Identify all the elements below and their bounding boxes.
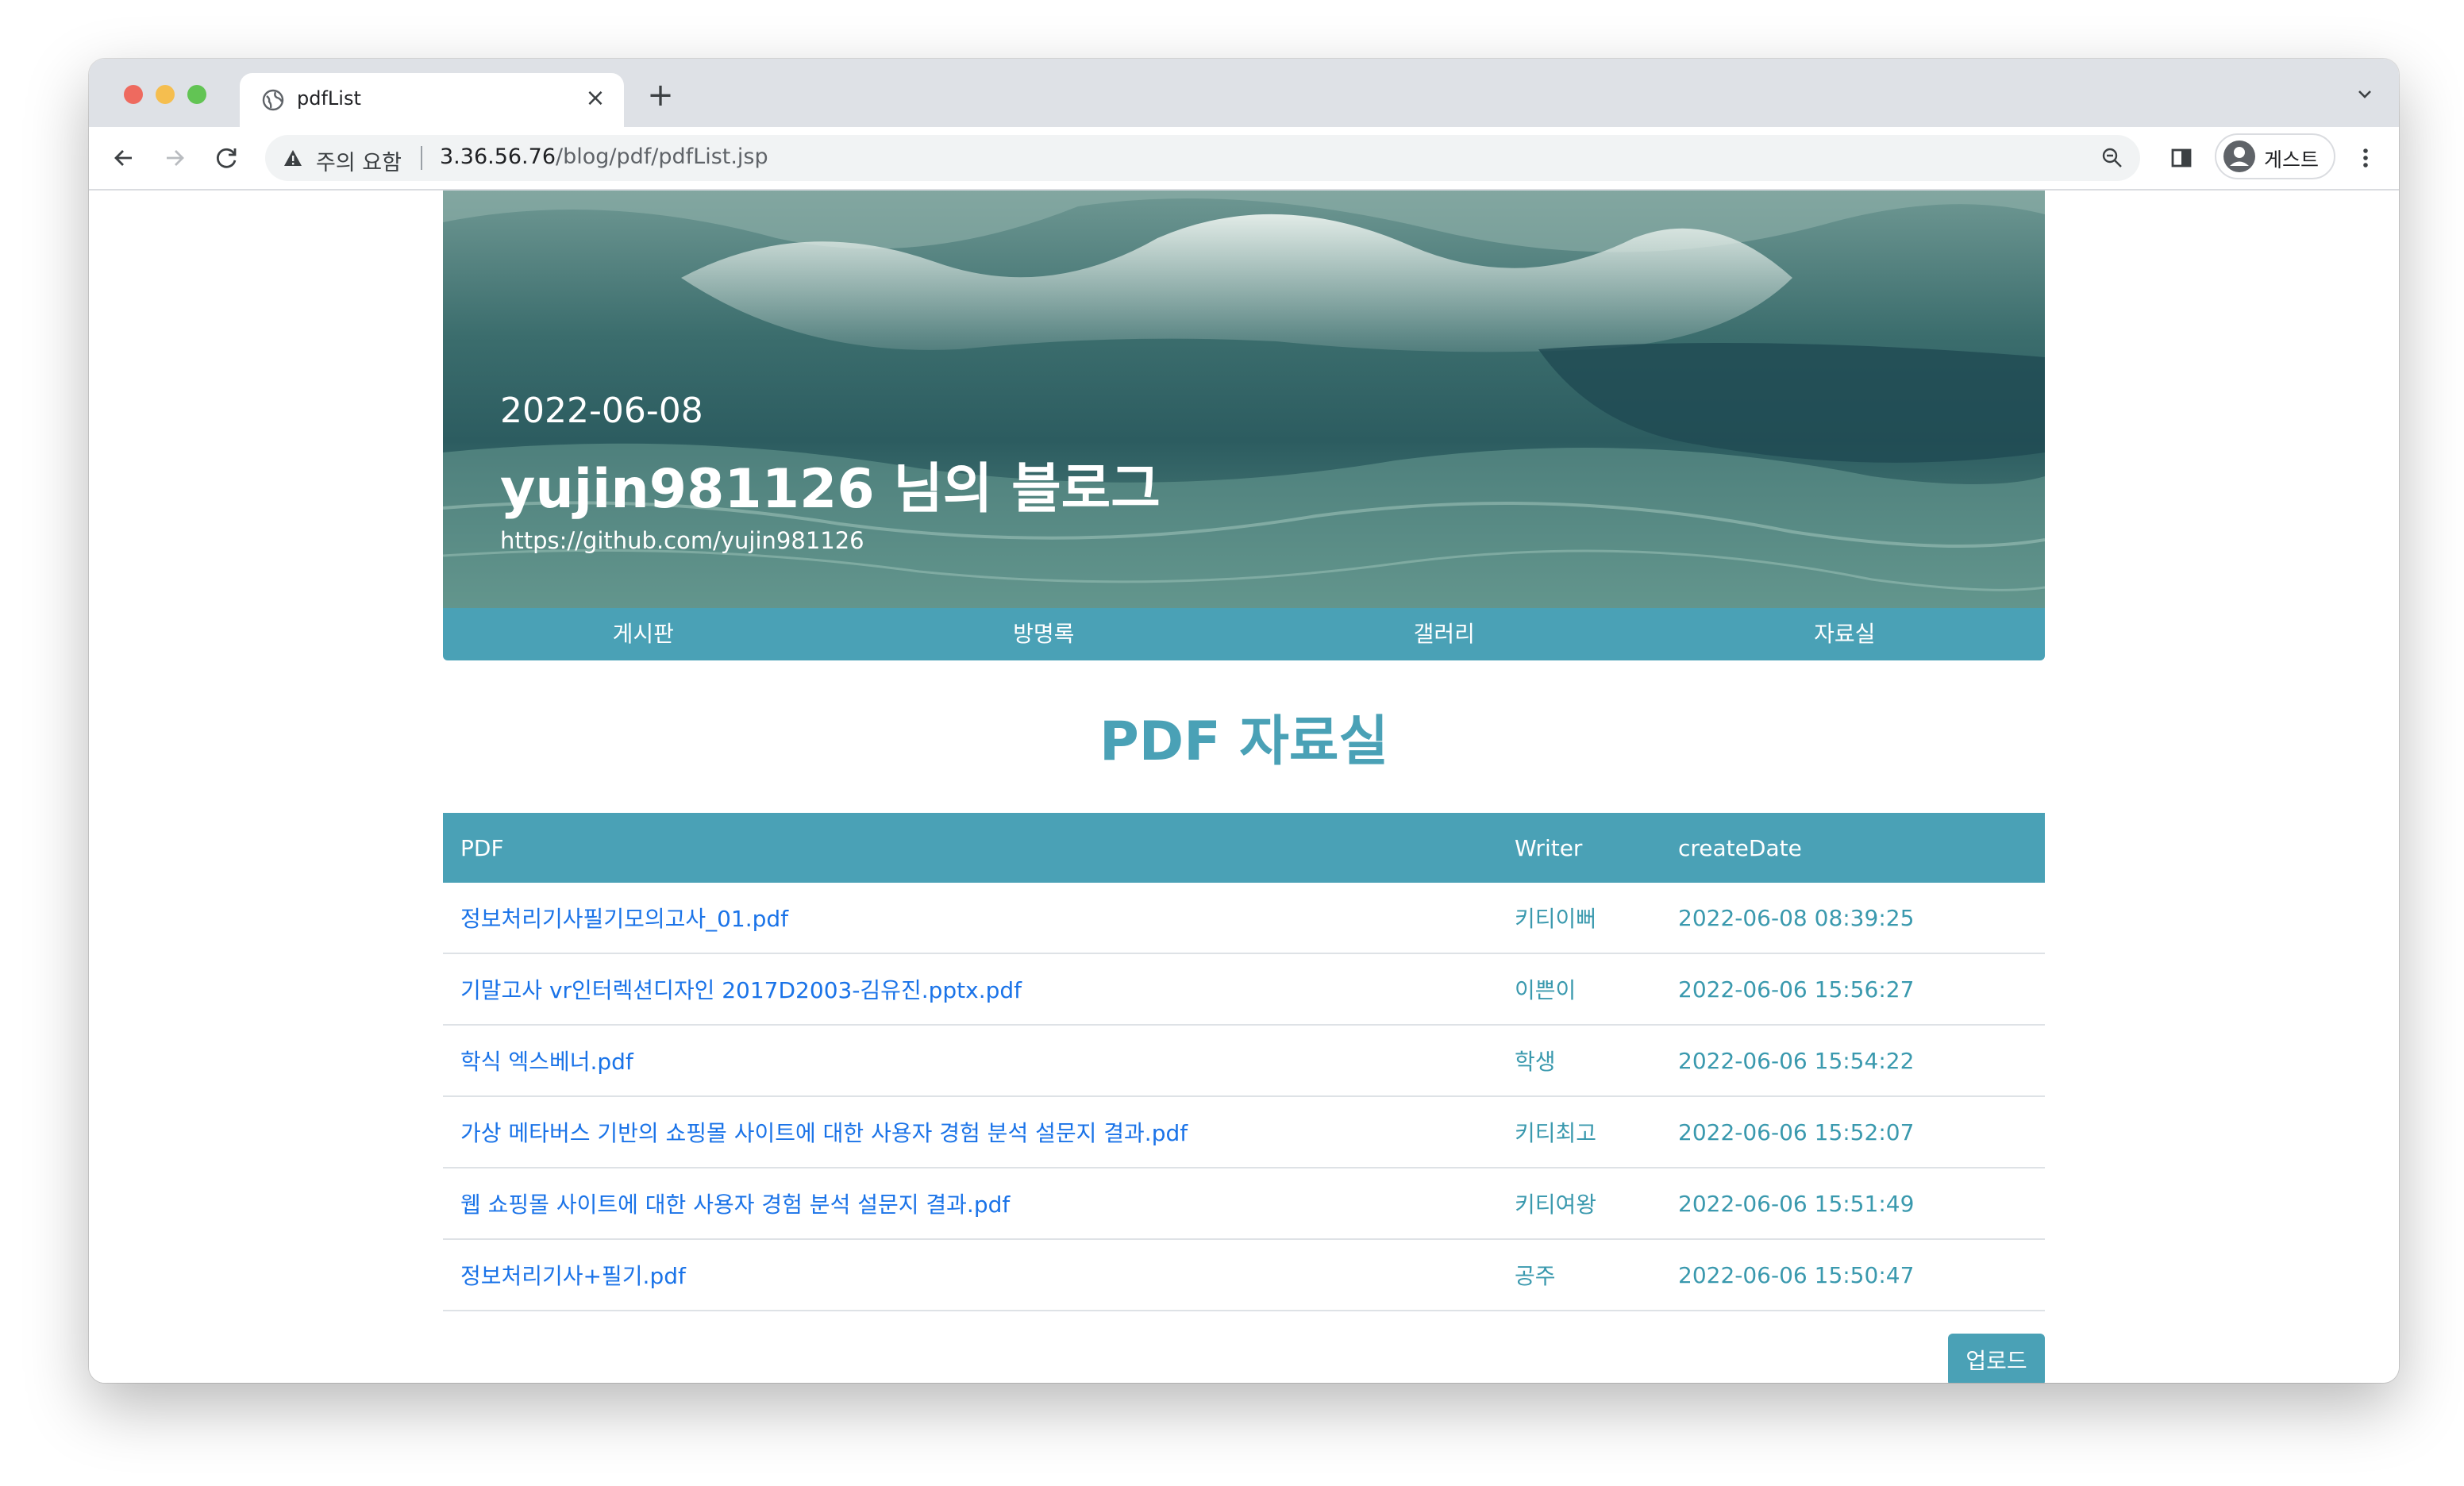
column-header-writer: Writer bbox=[1497, 813, 1661, 883]
minimize-window-button[interactable] bbox=[156, 85, 175, 104]
table-row: 학식 엑스베너.pdf 학생 2022-06-06 15:54:22 bbox=[443, 1025, 2045, 1097]
url-text[interactable]: 3.36.56.76/blog/pdf/pdfList.jsp bbox=[440, 144, 768, 169]
nav-item-board[interactable]: 게시판 bbox=[443, 608, 844, 660]
table-row: 기말고사 vr인터렉션디자인 2017D2003-김유진.pptx.pdf 이쁜… bbox=[443, 953, 2045, 1026]
url-host: 3.36.56.76 bbox=[440, 144, 556, 169]
browser-toolbar: 주의 요함 3.36.56.76/blog/pdf/pdfList.jsp 게스… bbox=[89, 127, 2399, 191]
nav-item-guestbook[interactable]: 방명록 bbox=[844, 608, 1245, 660]
profile-button[interactable]: 게스트 bbox=[2215, 133, 2335, 179]
person-circle-icon bbox=[2223, 141, 2255, 172]
address-bar[interactable]: 주의 요함 3.36.56.76/blog/pdf/pdfList.jsp bbox=[265, 135, 2140, 181]
file-cell: 기말고사 vr인터렉션디자인 2017D2003-김유진.pptx.pdf bbox=[443, 953, 1497, 1026]
pdf-file-link[interactable]: 기말고사 vr인터렉션디자인 2017D2003-김유진.pptx.pdf bbox=[460, 977, 1022, 1003]
page-title: PDF 자료실 bbox=[1099, 710, 1389, 773]
table-row: 정보처리기사+필기.pdf 공주 2022-06-06 15:50:47 bbox=[443, 1239, 2045, 1311]
table-row: 웹 쇼핑몰 사이트에 대한 사용자 경험 분석 설문지 결과.pdf 키티여왕 … bbox=[443, 1168, 2045, 1240]
table-row: 정보처리기사필기모의고사_01.pdf 키티이뻐 2022-06-08 08:3… bbox=[443, 883, 2045, 954]
pdf-file-link[interactable]: 웹 쇼핑몰 사이트에 대한 사용자 경험 분석 설문지 결과.pdf bbox=[460, 1191, 1010, 1218]
file-cell: 학식 엑스베너.pdf bbox=[443, 1025, 1497, 1097]
table-row: 가상 메타버스 기반의 쇼핑몰 사이트에 대한 사용자 경험 분석 설문지 결과… bbox=[443, 1096, 2045, 1168]
tab-title: pdfList bbox=[297, 87, 361, 110]
writer-cell: 키티여왕 bbox=[1497, 1168, 1661, 1240]
forward-arrow-icon[interactable] bbox=[159, 142, 191, 174]
writer-cell: 공주 bbox=[1497, 1239, 1661, 1311]
tab-close-icon[interactable]: × bbox=[583, 86, 608, 111]
chevron-down-icon[interactable] bbox=[2353, 83, 2377, 106]
globe-icon bbox=[262, 89, 284, 111]
file-cell: 가상 메타버스 기반의 쇼핑몰 사이트에 대한 사용자 경험 분석 설문지 결과… bbox=[443, 1096, 1497, 1168]
date-cell: 2022-06-06 15:52:07 bbox=[1661, 1096, 2045, 1168]
pdf-file-link[interactable]: 정보처리기사필기모의고사_01.pdf bbox=[460, 906, 788, 932]
file-cell: 웹 쇼핑몰 사이트에 대한 사용자 경험 분석 설문지 결과.pdf bbox=[443, 1168, 1497, 1240]
writer-cell: 학생 bbox=[1497, 1025, 1661, 1097]
security-warning-label[interactable]: 주의 요함 bbox=[316, 145, 402, 176]
url-path: /blog/pdf/pdfList.jsp bbox=[556, 144, 768, 169]
date-cell: 2022-06-08 08:39:25 bbox=[1661, 883, 2045, 954]
nav-item-archive[interactable]: 자료실 bbox=[1645, 608, 2046, 660]
pdf-file-link[interactable]: 정보처리기사+필기.pdf bbox=[460, 1263, 686, 1289]
hero-date: 2022-06-08 bbox=[500, 391, 703, 431]
omnibox-divider bbox=[421, 146, 422, 170]
writer-cell: 키티최고 bbox=[1497, 1096, 1661, 1168]
date-cell: 2022-06-06 15:56:27 bbox=[1661, 953, 2045, 1026]
pdf-file-link[interactable]: 가상 메타버스 기반의 쇼핑몰 사이트에 대한 사용자 경험 분석 설문지 결과… bbox=[460, 1120, 1188, 1146]
column-header-createdate: createDate bbox=[1661, 813, 2045, 883]
browser-window: pdfList × + 주의 요함 3.36.56.76/blog/pdf/pd… bbox=[89, 59, 2399, 1383]
main-nav: 게시판 방명록 갤러리 자료실 bbox=[443, 608, 2045, 660]
pdf-table: PDF Writer createDate 정보처리기사필기모의고사_01.pd… bbox=[443, 813, 2045, 1311]
writer-cell: 키티이뻐 bbox=[1497, 883, 1661, 954]
upload-button[interactable]: 업로드 bbox=[1948, 1334, 2045, 1383]
pdf-file-link[interactable]: 학식 엑스베너.pdf bbox=[460, 1049, 633, 1075]
page-container: 2022-06-08 yujin981126 님의 블로그 https://gi… bbox=[443, 191, 2045, 1383]
github-link[interactable]: https://github.com/yujin981126 bbox=[500, 527, 864, 554]
maximize-window-button[interactable] bbox=[187, 85, 206, 104]
column-header-pdf: PDF bbox=[443, 813, 1497, 883]
tab-strip: pdfList × + bbox=[89, 59, 2399, 127]
file-cell: 정보처리기사+필기.pdf bbox=[443, 1239, 1497, 1311]
blog-title: yujin981126 님의 블로그 bbox=[500, 458, 1161, 521]
close-window-button[interactable] bbox=[124, 85, 143, 104]
date-cell: 2022-06-06 15:50:47 bbox=[1661, 1239, 2045, 1311]
profile-label: 게스트 bbox=[2264, 148, 2320, 171]
nav-item-gallery[interactable]: 갤러리 bbox=[1244, 608, 1645, 660]
file-cell: 정보처리기사필기모의고사_01.pdf bbox=[443, 883, 1497, 954]
tab-pdflist[interactable]: pdfList × bbox=[240, 73, 624, 127]
kebab-menu-icon[interactable] bbox=[2350, 142, 2381, 174]
page-viewport: 2022-06-08 yujin981126 님의 블로그 https://gi… bbox=[89, 191, 2399, 1383]
new-tab-button[interactable]: + bbox=[645, 79, 676, 111]
warning-triangle-icon[interactable] bbox=[283, 148, 303, 168]
magnifier-icon[interactable] bbox=[2100, 146, 2124, 170]
side-panel-icon[interactable] bbox=[2166, 142, 2197, 174]
reload-icon[interactable] bbox=[211, 142, 243, 174]
date-cell: 2022-06-06 15:51:49 bbox=[1661, 1168, 2045, 1240]
writer-cell: 이쁜이 bbox=[1497, 953, 1661, 1026]
table-header-row: PDF Writer createDate bbox=[443, 813, 2045, 883]
hero-banner: 2022-06-08 yujin981126 님의 블로그 https://gi… bbox=[443, 191, 2045, 608]
back-arrow-icon[interactable] bbox=[108, 142, 140, 174]
date-cell: 2022-06-06 15:54:22 bbox=[1661, 1025, 2045, 1097]
